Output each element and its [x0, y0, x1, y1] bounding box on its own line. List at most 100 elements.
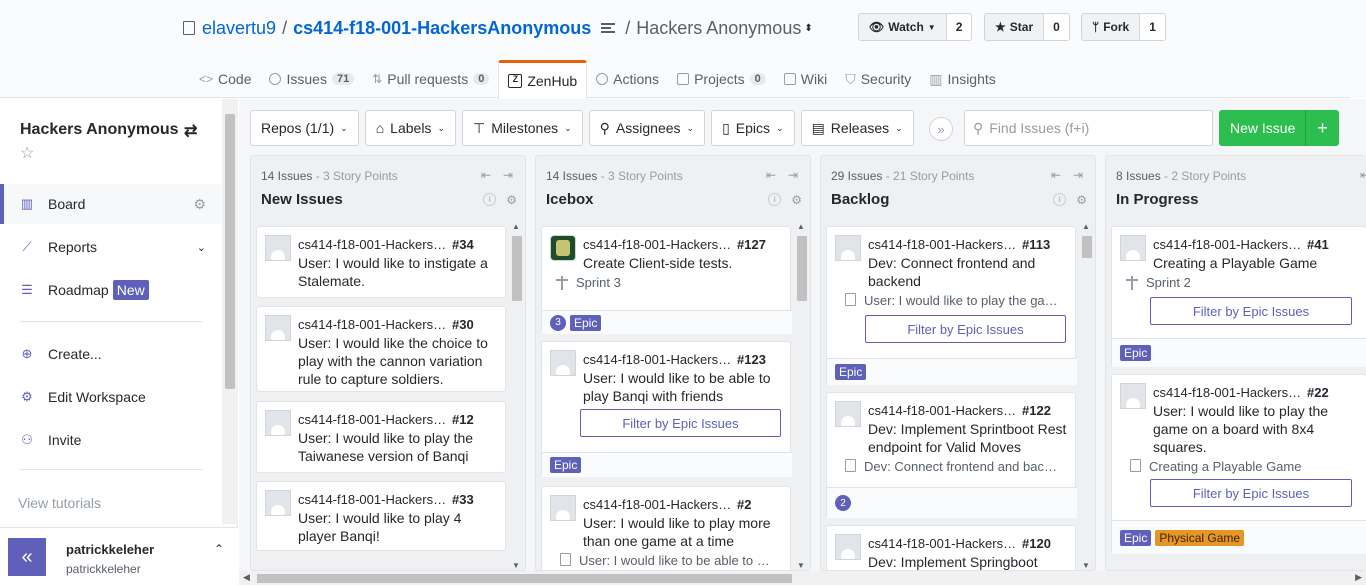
board-horizontal-scrollbar[interactable]: ◀ ▶	[239, 571, 1366, 585]
gear-icon[interactable]: ⚙	[791, 193, 802, 207]
tab-issues[interactable]: Issues 71	[260, 60, 363, 98]
list-icon[interactable]	[601, 23, 616, 33]
sidebar-item-create[interactable]: ⊕ Create...	[0, 334, 222, 374]
card-title: Dev: Implement Springboot Rest	[868, 554, 1038, 570]
gear-icon[interactable]: ⚙	[193, 196, 206, 213]
filter-epic-button[interactable]: Filter by Epic Issues	[1150, 297, 1352, 325]
issue-card[interactable]: cs414-f18-001-HackersAnonymous #41 Creat…	[1111, 226, 1366, 367]
scroll-down-icon[interactable]: ▼	[797, 561, 805, 570]
filter-epic-button[interactable]: Filter by Epic Issues	[580, 409, 781, 437]
milestones-filter-button[interactable]: ⊤ Milestones ⌄	[461, 110, 583, 146]
avatar	[1120, 235, 1146, 261]
issue-card[interactable]: cs414-f18-001-HackersAnonymous #33 User:…	[256, 481, 506, 551]
collapse-left-icon[interactable]: ⇤	[1051, 168, 1061, 182]
sidebar-item-edit-workspace[interactable]: ⚙ Edit Workspace	[0, 377, 222, 417]
collapse-left-icon[interactable]: ⇤	[766, 168, 776, 182]
scroll-up-icon[interactable]: ▲	[797, 222, 805, 231]
sidebar-item-board[interactable]: ▥ Board ⚙	[0, 184, 222, 224]
collapse-sidebar-button[interactable]: «	[8, 538, 46, 576]
scrollbar-thumb[interactable]	[797, 236, 807, 301]
issue-card[interactable]: cs414-f18-001-HackersAnonymous #2 User: …	[541, 486, 791, 570]
info-icon[interactable]: i	[768, 193, 782, 206]
card-number: #34	[452, 237, 474, 252]
scroll-down-icon[interactable]: ▼	[1082, 561, 1090, 570]
pin-icon[interactable]: ⇥	[1073, 168, 1083, 182]
view-tutorials-link[interactable]: View tutorials	[18, 495, 101, 511]
pin-icon[interactable]: ⇥	[788, 168, 798, 182]
releases-filter-button[interactable]: ▤ Releases ⌄	[800, 110, 914, 146]
chevron-down-icon[interactable]: ⌄	[197, 241, 206, 254]
card-title: User: I would like to play 4 player Banq…	[298, 510, 462, 544]
epic-icon	[845, 459, 856, 472]
issue-card[interactable]: cs414-f18-001-HackersAnonymous #12 User:…	[256, 401, 506, 473]
tab-pull-requests[interactable]: ⇅ Pull requests 0	[363, 60, 498, 98]
scrollbar-thumb[interactable]	[225, 114, 235, 389]
workspace-switcher[interactable]: Hackers Anonymous	[636, 18, 801, 39]
chevron-up-icon[interactable]: ⌃	[214, 542, 224, 556]
issue-card[interactable]: cs414-f18-001-HackersAnonymous #127 Crea…	[541, 226, 792, 334]
star-button[interactable]: ★ Star	[984, 13, 1045, 41]
gear-icon[interactable]: ⚙	[506, 193, 517, 207]
scroll-left-icon[interactable]: ◀	[243, 572, 250, 583]
card-number: #30	[452, 317, 474, 332]
issue-card[interactable]: cs414-f18-001-HackersAnonymous #22 User:…	[1111, 374, 1366, 554]
chevron-updown-icon[interactable]: ⬍	[804, 23, 812, 34]
filter-epic-button[interactable]: Filter by Epic Issues	[1150, 479, 1352, 507]
star-count[interactable]: 0	[1044, 13, 1070, 41]
info-icon[interactable]: i	[483, 193, 497, 206]
avatar	[835, 534, 861, 560]
tab-actions[interactable]: Actions	[587, 60, 668, 98]
watch-button[interactable]: 👁 Watch ▼	[858, 13, 947, 41]
info-icon[interactable]: i	[1053, 193, 1067, 206]
sidebar-scrollbar[interactable]	[222, 99, 238, 524]
epics-filter-button[interactable]: ▯ Epics ⌄	[711, 110, 795, 146]
filter-epic-button[interactable]: Filter by Epic Issues	[865, 315, 1066, 343]
scrollbar-thumb[interactable]	[1082, 236, 1092, 258]
scroll-up-icon[interactable]: ▲	[512, 222, 520, 231]
scrollbar-thumb[interactable]	[257, 574, 792, 583]
assignees-filter-button[interactable]: ⚲ Assignees ⌄	[588, 110, 706, 146]
issue-card[interactable]: cs414-f18-001-HackersAnonymous #113 Dev:…	[826, 226, 1077, 385]
new-issue-button[interactable]: New Issue +	[1219, 110, 1339, 146]
scroll-up-icon[interactable]: ▲	[1082, 222, 1090, 231]
star-outline-icon[interactable]: ☆	[20, 143, 34, 163]
repos-filter-button[interactable]: Repos (1/1) ⌄	[250, 110, 359, 146]
collapse-left-icon[interactable]: ⇤	[481, 168, 491, 182]
plus-icon[interactable]: +	[1305, 110, 1339, 146]
pipeline-scrollbar[interactable]: ▲ ▼	[510, 222, 522, 570]
sidebar-item-invite[interactable]: ⚇ Invite	[0, 420, 222, 460]
tab-insights[interactable]: ▥ Insights	[920, 60, 1004, 98]
gear-icon[interactable]: ⚙	[1076, 193, 1087, 207]
tab-security[interactable]: ⛉ Security	[836, 60, 920, 98]
scroll-right-icon[interactable]: ▶	[1355, 572, 1362, 583]
pipeline-scrollbar[interactable]: ▲ ▼	[795, 222, 807, 570]
repo-owner-link[interactable]: elavertu9	[202, 18, 276, 39]
more-filters-icon[interactable]: »	[929, 117, 953, 141]
collapse-left-icon[interactable]: ⇤	[1360, 168, 1366, 182]
scroll-down-icon[interactable]: ▼	[512, 561, 520, 570]
issue-card[interactable]: cs414-f18-001-HackersAnonymous #34 User:…	[256, 226, 506, 298]
pipeline-scrollbar[interactable]: ▲ ▼	[1080, 222, 1092, 570]
issue-card[interactable]: cs414-f18-001-HackersAnonymous #122 Dev:…	[826, 392, 1077, 518]
card-repo: cs414-f18-001-HackersAnonymous	[868, 403, 1018, 418]
fork-count[interactable]: 1	[1140, 13, 1166, 41]
issue-card[interactable]: cs414-f18-001-HackersAnonymous #123 User…	[541, 341, 792, 477]
fork-button[interactable]: ᛘ Fork	[1081, 13, 1141, 41]
pin-icon[interactable]: ⇥	[503, 168, 513, 182]
issue-search-input[interactable]: ⚲ Find Issues (f+i)	[964, 110, 1213, 146]
labels-filter-button[interactable]: ⌂ Labels ⌄	[364, 110, 456, 146]
page-scrollbar[interactable]	[1350, 0, 1366, 98]
tab-zenhub[interactable]: Z ZenHub	[498, 60, 588, 99]
sidebar-item-label: Invite	[48, 432, 82, 448]
issue-card[interactable]: cs414-f18-001-HackersAnonymous #120 Dev:…	[826, 525, 1076, 570]
sidebar-item-roadmap[interactable]: ☰ Roadmap New	[0, 270, 222, 310]
switch-workspace-icon[interactable]: ⇄	[184, 121, 197, 141]
tab-code[interactable]: <> Code	[190, 60, 260, 98]
repo-name-link[interactable]: cs414-f18-001-HackersAnonymous	[293, 18, 591, 39]
sidebar-item-reports[interactable]: ⟋ Reports ⌄	[0, 227, 222, 267]
tab-wiki[interactable]: Wiki	[775, 60, 836, 98]
scrollbar-thumb[interactable]	[512, 236, 522, 301]
tab-projects[interactable]: Projects 0	[668, 60, 775, 98]
issue-card[interactable]: cs414-f18-001-HackersAnonymous #30 User:…	[256, 306, 506, 392]
watch-count[interactable]: 2	[946, 13, 973, 41]
